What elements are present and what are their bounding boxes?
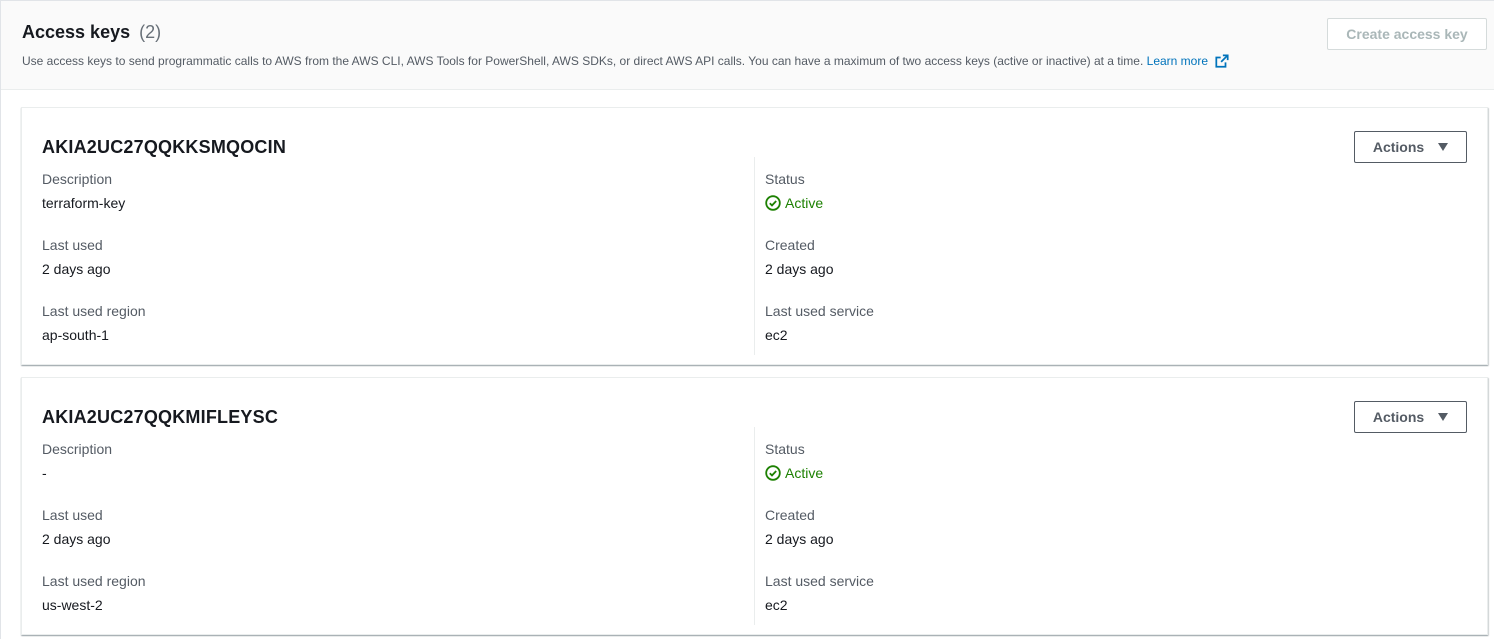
last-used-service-label: Last used service (765, 573, 874, 589)
external-link-icon (1215, 54, 1229, 68)
actions-dropdown-button[interactable]: Actions (1354, 131, 1467, 163)
panel-title: Access keys (2) (22, 22, 161, 43)
create-access-key-button[interactable]: Create access key (1327, 18, 1487, 50)
panel-header: Access keys (2) Use access keys to send … (1, 1, 1494, 90)
check-circle-icon (765, 465, 781, 481)
actions-dropdown-button[interactable]: Actions (1354, 401, 1467, 433)
learn-more-label: Learn more (1146, 54, 1209, 68)
description-label: Description (42, 441, 113, 457)
status-value: Active (765, 465, 823, 481)
access-key-id: AKIA2UC27QQKKSMQOCIN (42, 137, 287, 157)
last-used-value: 2 days ago (42, 531, 111, 547)
access-key-id: AKIA2UC27QQKMIFLEYSC (42, 407, 279, 427)
learn-more-link[interactable]: Learn more (1147, 54, 1230, 68)
status-label: Status (765, 441, 805, 457)
description-label: Description (42, 171, 113, 187)
panel-title-text: Access keys (22, 22, 131, 42)
created-label: Created (765, 507, 815, 523)
last-used-service-value: ec2 (765, 597, 788, 613)
panel-description: Use access keys to send programmatic cal… (22, 54, 1229, 68)
created-label: Created (765, 237, 815, 253)
access-key-card: AKIA2UC27QQKKSMQOCIN Actions Description… (21, 107, 1488, 365)
access-key-card: AKIA2UC27QQKMIFLEYSC Actions Description… (21, 377, 1488, 635)
created-value: 2 days ago (765, 531, 834, 547)
last-used-region-value: us-west-2 (42, 597, 103, 613)
caret-down-icon (1438, 143, 1449, 151)
last-used-region-value: ap-south-1 (42, 327, 109, 343)
actions-label: Actions (1372, 409, 1425, 425)
description-text: Use access keys to send programmatic cal… (22, 54, 1144, 68)
column-divider (754, 157, 755, 355)
status-text: Active (785, 465, 824, 481)
description-value: - (42, 465, 47, 481)
caret-down-icon (1438, 413, 1449, 421)
status-value: Active (765, 195, 823, 211)
last-used-region-label: Last used region (42, 573, 146, 589)
last-used-service-label: Last used service (765, 303, 874, 319)
status-text: Active (785, 195, 824, 211)
status-label: Status (765, 171, 805, 187)
access-keys-panel: Access keys (2) Use access keys to send … (0, 0, 1494, 639)
created-value: 2 days ago (765, 261, 834, 277)
column-divider (754, 427, 755, 625)
description-value: terraform-key (42, 195, 126, 211)
key-count: (2) (139, 22, 162, 42)
last-used-value: 2 days ago (42, 261, 111, 277)
last-used-service-value: ec2 (765, 327, 788, 343)
last-used-label: Last used (42, 507, 103, 523)
last-used-region-label: Last used region (42, 303, 146, 319)
last-used-label: Last used (42, 237, 103, 253)
actions-label: Actions (1372, 139, 1425, 155)
check-circle-icon (765, 195, 781, 211)
